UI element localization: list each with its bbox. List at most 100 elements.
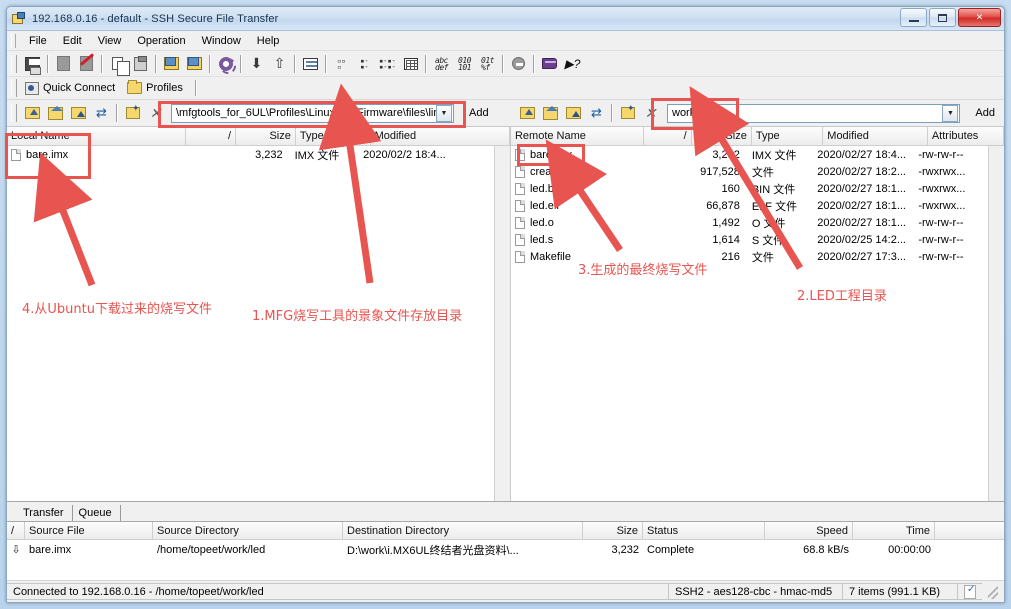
transfer-header-direction[interactable]: /	[7, 522, 25, 539]
local-new-folder-icon[interactable]	[121, 102, 144, 124]
details-list-icon[interactable]: ▪-▪- ▪-▪-	[376, 53, 399, 75]
local-file-list[interactable]: bare.imx 3,232 IMX 文件 2020/02/2 18:4...	[7, 146, 494, 501]
table-row[interactable]: led.o 1,492 O 文件 2020/02/27 18:1... -rw-rw-r…	[511, 214, 988, 231]
toolbar-grip[interactable]	[11, 54, 17, 73]
remote-home-icon[interactable]	[539, 102, 562, 124]
remote-delete-icon[interactable]: ✕	[639, 102, 662, 124]
remote-header-attributes[interactable]: Attributes	[927, 127, 1004, 145]
menu-window[interactable]: Window	[194, 33, 249, 49]
local-header-slash[interactable]: /	[186, 127, 237, 145]
menu-operation[interactable]: Operation	[129, 33, 193, 49]
table-row[interactable]: led.bin 160 BIN 文件 2020/02/27 18:1... -rwxrw…	[511, 180, 988, 197]
quickbar-grip[interactable]	[11, 79, 17, 97]
remote-file-modified: 2020/02/27 18:2...	[817, 165, 906, 178]
remote-file-attributes: -rw-rw-r--	[918, 233, 964, 246]
large-icons-icon[interactable]: ▫▫ ▫	[330, 53, 353, 75]
transfer-header-source-dir[interactable]: Source Directory	[153, 522, 343, 539]
help-book-icon[interactable]	[538, 53, 561, 75]
remote-refresh-icon[interactable]: ⇄	[585, 102, 608, 124]
new-file-transfer-window-icon[interactable]	[183, 53, 206, 75]
transfer-header-source-file[interactable]: Source File	[25, 522, 153, 539]
transfer-header-speed[interactable]: Speed	[765, 522, 853, 539]
upload-arrow-icon[interactable]: ⇧	[268, 53, 291, 75]
small-icons-icon[interactable]: ▪- ▪-	[353, 53, 376, 75]
auto-transfer-icon[interactable]: 01t %f	[476, 53, 499, 75]
close-button[interactable]: ✕	[958, 8, 1001, 27]
remote-up-one-level-icon[interactable]	[516, 102, 539, 124]
minimize-button[interactable]	[900, 8, 927, 27]
save-icon[interactable]	[21, 53, 44, 75]
context-help-icon[interactable]: ▶?	[561, 53, 584, 75]
local-header-modified[interactable]: Modified	[370, 127, 510, 145]
quick-connect-icon	[25, 81, 39, 95]
table-row[interactable]: Makefile 216 文件 2020/02/27 17:3... -rw-rw-r-…	[511, 248, 988, 265]
toolbar-separator	[101, 54, 103, 73]
transfer-header-status[interactable]: Status	[643, 522, 765, 539]
local-delete-icon[interactable]: ✕	[144, 102, 167, 124]
transfer-header-dest-dir[interactable]: Destination Directory	[343, 522, 583, 539]
transfer-column-headers: / Source File Source Directory Destinati…	[7, 521, 1004, 540]
list-view-icon[interactable]	[299, 53, 322, 75]
local-refresh-icon[interactable]: ⇄	[90, 102, 113, 124]
local-header-type[interactable]: Type	[295, 127, 371, 145]
status-item-count: 7 items (991.1 KB)	[842, 583, 958, 600]
download-arrow-icon[interactable]: ⬇	[245, 53, 268, 75]
local-pathbar-grip[interactable]	[11, 104, 17, 122]
disconnect-icon[interactable]	[75, 53, 98, 75]
local-up-one-level-icon[interactable]	[21, 102, 44, 124]
menu-help[interactable]: Help	[249, 33, 288, 49]
remote-header-size[interactable]: Size	[691, 127, 752, 145]
tab-queue[interactable]: Queue	[73, 505, 121, 521]
new-terminal-window-icon[interactable]	[160, 53, 183, 75]
menu-view[interactable]: View	[90, 33, 130, 49]
table-row[interactable]: bare.imx 3,232 IMX 文件 2020/02/2 18:4...	[7, 146, 494, 163]
local-path-chevron-down-icon[interactable]: ▼	[436, 104, 452, 122]
binary-transfer-icon[interactable]: 010 101	[453, 53, 476, 75]
remote-header-name[interactable]: Remote Name	[510, 127, 644, 145]
remote-file-attributes: -rw-rw-r--	[918, 216, 964, 229]
table-row[interactable]: create_imx 917,528 文件 2020/02/27 18:2... -rw…	[511, 163, 988, 180]
table-row[interactable]: ⇩ bare.imx /home/topeet/work/led D:\work…	[7, 540, 1004, 559]
table-row[interactable]: led.elf 66,878 ELF 文件 2020/02/27 18:1... -rw…	[511, 197, 988, 214]
remote-parent-folder-icon[interactable]	[562, 102, 585, 124]
remote-path-combo[interactable]: work/led ▼	[667, 103, 961, 123]
local-parent-folder-icon[interactable]	[67, 102, 90, 124]
local-path-combo[interactable]: \mfgtools_for_6UL\Profiles\Linux\OS Firm…	[171, 103, 454, 123]
tab-transfer[interactable]: Transfer	[17, 505, 73, 521]
remote-header-slash[interactable]: /	[643, 127, 692, 145]
local-pane-scrollbar[interactable]	[493, 146, 510, 501]
menu-edit[interactable]: Edit	[55, 33, 90, 49]
profiles-button[interactable]: Profiles	[123, 80, 191, 96]
menu-file[interactable]: File	[21, 33, 55, 49]
maximize-button[interactable]	[929, 8, 956, 27]
transfer-header-size[interactable]: Size	[583, 522, 643, 539]
local-header-size[interactable]: Size	[236, 127, 296, 145]
details-view-icon[interactable]	[399, 53, 422, 75]
remote-file-list[interactable]: bare.imx 3,232 IMX 文件 2020/02/27 18:4... -rw…	[510, 146, 988, 501]
table-row[interactable]: led.s 1,614 S 文件 2020/02/25 14:2... -rw-rw-r…	[511, 231, 988, 248]
resize-grip[interactable]	[982, 583, 1004, 600]
remote-file-name-text: led.bin	[529, 182, 563, 195]
local-home-icon[interactable]	[44, 102, 67, 124]
paste-icon[interactable]	[129, 53, 152, 75]
local-file-name: bare.imx	[26, 148, 69, 161]
remote-new-folder-icon[interactable]	[616, 102, 639, 124]
copy-icon[interactable]	[106, 53, 130, 76]
transfer-list[interactable]: ⇩ bare.imx /home/topeet/work/led D:\work…	[7, 540, 1004, 580]
quick-connect-button[interactable]: Quick Connect	[21, 80, 123, 97]
settings-icon[interactable]	[214, 53, 237, 75]
remote-path-value: work/led	[672, 107, 713, 119]
remote-header-modified[interactable]: Modified	[823, 127, 928, 145]
transfer-header-time[interactable]: Time	[853, 522, 935, 539]
remote-header-type[interactable]: Type	[751, 127, 824, 145]
table-row[interactable]: bare.imx 3,232 IMX 文件 2020/02/27 18:4... -rw…	[511, 146, 988, 163]
remote-path-chevron-down-icon[interactable]: ▼	[942, 104, 959, 122]
remote-pane-scrollbar[interactable]	[988, 146, 1004, 501]
ascii-transfer-icon[interactable]: abc def	[430, 53, 453, 75]
local-add-button[interactable]: Add	[460, 105, 498, 121]
stop-icon[interactable]	[507, 53, 530, 75]
remote-add-button[interactable]: Add	[966, 105, 1004, 121]
remote-pane: Remote Name / Size Type Modified Attribu…	[510, 127, 1004, 501]
new-document-icon[interactable]	[52, 53, 75, 75]
local-header-name[interactable]: Local Name	[7, 127, 187, 145]
